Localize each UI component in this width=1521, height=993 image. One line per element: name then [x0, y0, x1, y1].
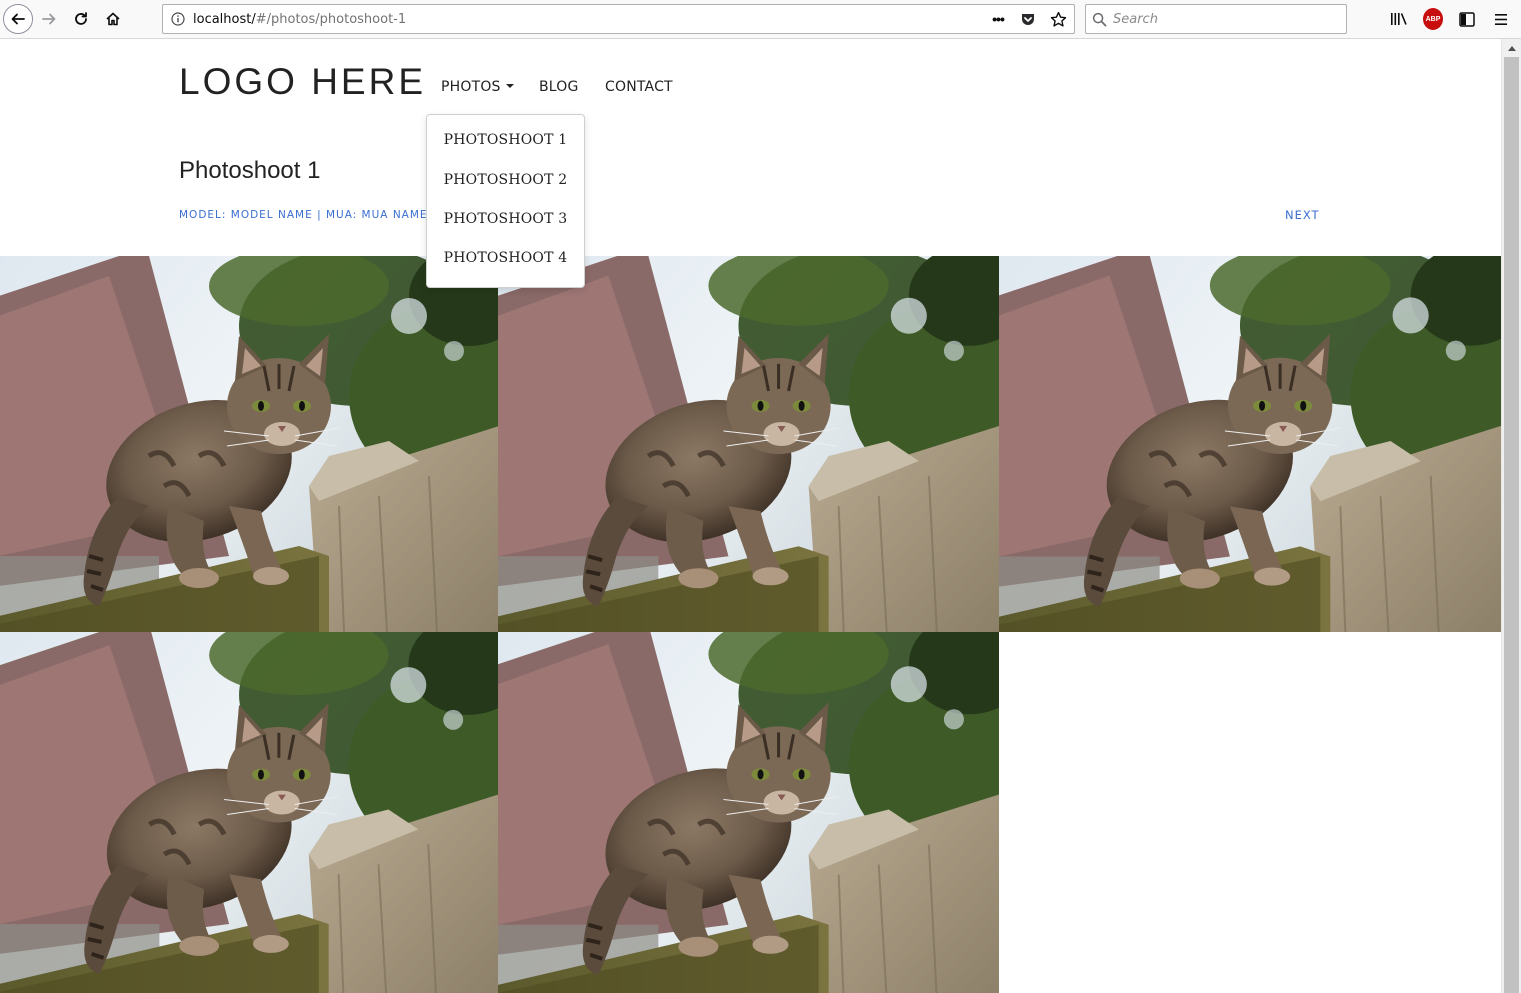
site-logo[interactable]: LOGO HERE [179, 61, 426, 103]
page-content: LOGO HERE PHOTOS BLOG CONTACT PHOTOSHOOT… [0, 39, 1501, 993]
dropdown-item-photoshoot-3[interactable]: PHOTOSHOOT 3 [427, 211, 584, 227]
gallery-photo[interactable] [0, 632, 498, 993]
url-path: #/photos/photoshoot-1 [255, 11, 407, 27]
gallery-photo[interactable] [498, 256, 999, 632]
cat-photo-image [0, 632, 498, 993]
arrow-right-icon [42, 13, 56, 25]
dropdown-item-photoshoot-2[interactable]: PHOTOSHOOT 2 [427, 172, 584, 188]
photo-credits: MODEL: MODEL NAME | MUA: MUA NAME [179, 209, 428, 221]
page-scrollbar[interactable] [1501, 39, 1521, 993]
next-link[interactable]: NEXT [1285, 208, 1320, 222]
bookmark-star-button[interactable] [1048, 9, 1068, 29]
sidebar-icon [1459, 11, 1475, 27]
reload-button[interactable] [66, 4, 96, 34]
nav-blog-label: BLOG [539, 79, 579, 95]
dropdown-item-photoshoot-4[interactable]: PHOTOSHOOT 4 [427, 250, 584, 266]
url-text[interactable]: localhost/#/photos/photoshoot-1 [193, 12, 406, 27]
photos-dropdown-menu: PHOTOSHOOT 1 PHOTOSHOOT 2 PHOTOSHOOT 3 P… [426, 114, 585, 288]
browser-toolbar: localhost/#/photos/photoshoot-1 ••• ABP [0, 0, 1521, 39]
star-icon [1050, 11, 1066, 27]
gallery-photo[interactable] [0, 256, 498, 632]
back-button[interactable] [3, 4, 33, 34]
caret-down-icon [505, 83, 514, 88]
adblock-plus-button[interactable]: ABP [1423, 8, 1443, 30]
url-host: localhost/ [193, 11, 256, 27]
nav-blog[interactable]: BLOG [539, 78, 579, 96]
library-button[interactable] [1389, 8, 1409, 30]
cat-photo-image [0, 256, 498, 632]
gallery-photo[interactable] [999, 256, 1501, 632]
nav-photos-label: PHOTOS [441, 79, 501, 95]
menu-button[interactable] [1491, 8, 1511, 30]
hamburger-menu-icon [1495, 13, 1507, 25]
home-icon [106, 12, 120, 26]
reload-icon [75, 12, 87, 25]
url-bar[interactable]: localhost/#/photos/photoshoot-1 ••• [162, 4, 1075, 34]
adblock-plus-icon: ABP [1423, 8, 1443, 30]
nav-contact[interactable]: CONTACT [605, 78, 673, 96]
pocket-button[interactable] [1018, 9, 1038, 29]
cat-photo-image [498, 256, 999, 632]
search-input[interactable] [1113, 11, 1333, 27]
sidebar-toggle-button[interactable] [1457, 8, 1477, 30]
nav-photos[interactable]: PHOTOS [441, 78, 514, 96]
more-dots-icon: ••• [992, 11, 1005, 27]
arrow-left-icon [11, 13, 25, 25]
home-button[interactable] [98, 4, 128, 34]
scroll-up-arrow[interactable] [1502, 39, 1521, 56]
scrollbar-thumb[interactable] [1504, 57, 1519, 993]
search-bar[interactable] [1085, 4, 1347, 34]
pocket-icon [1022, 14, 1034, 25]
cat-photo-image [498, 632, 999, 993]
search-icon [1092, 12, 1107, 26]
page-actions-button[interactable]: ••• [988, 9, 1008, 29]
gallery-photo[interactable] [498, 632, 999, 993]
cat-photo-image [999, 256, 1501, 632]
page-title: Photoshoot 1 [179, 157, 321, 184]
nav-contact-label: CONTACT [605, 79, 673, 95]
library-icon [1391, 13, 1407, 25]
forward-button[interactable] [34, 4, 64, 34]
site-info-icon[interactable] [163, 12, 193, 26]
scroll-up-icon [1508, 45, 1516, 51]
dropdown-item-photoshoot-1[interactable]: PHOTOSHOOT 1 [427, 132, 584, 148]
